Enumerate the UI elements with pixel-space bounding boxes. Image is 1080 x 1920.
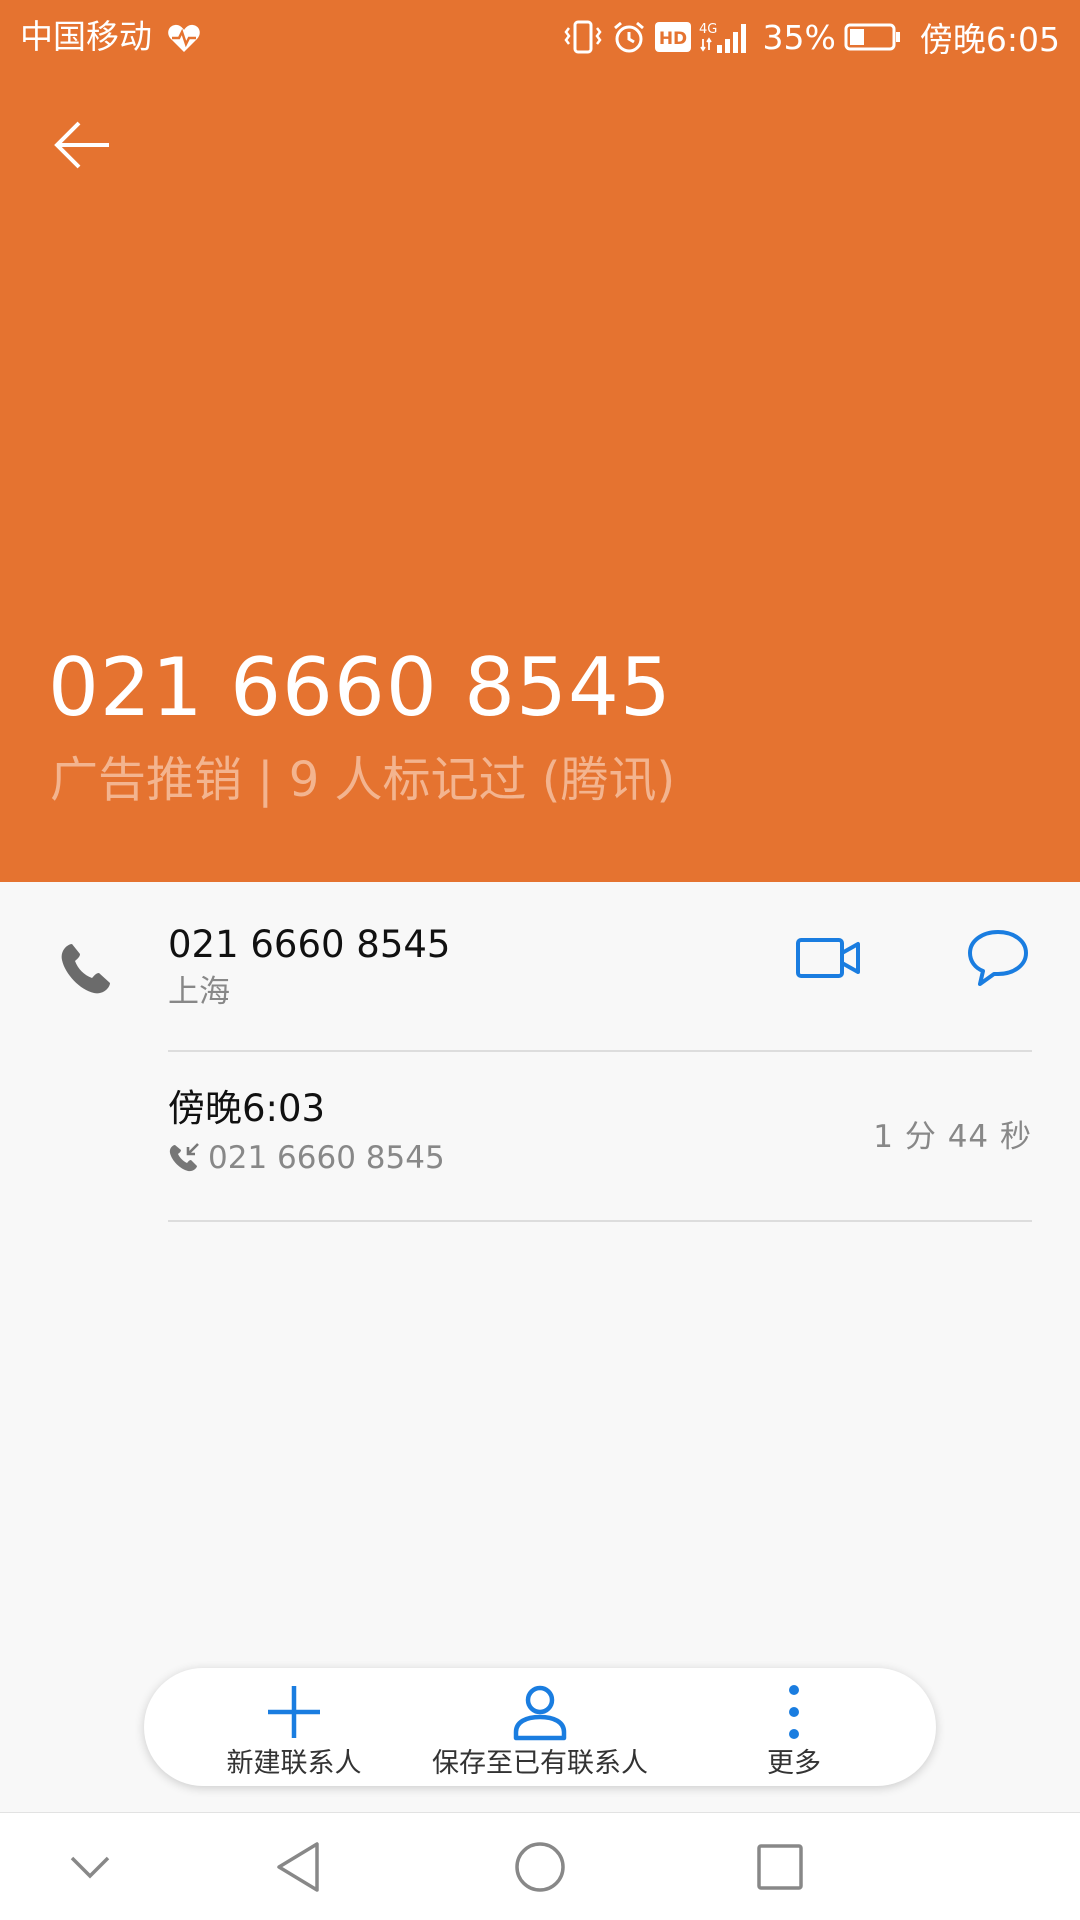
nav-hide-button[interactable] [54, 1831, 126, 1903]
spam-tag: 广告推销 | 9 人标记过 (腾讯) [50, 752, 676, 808]
square-recents-icon [757, 1844, 803, 1890]
bottom-action-bar: 新建联系人 保存至已有联系人 更多 [144, 1668, 936, 1786]
more-vertical-icon [789, 1685, 799, 1739]
navigation-bar [0, 1812, 1080, 1920]
triangle-back-icon [277, 1842, 319, 1892]
chevron-down-icon [70, 1856, 110, 1879]
contact-location: 上海 [168, 974, 230, 1010]
video-call-button[interactable] [790, 922, 866, 994]
network-label: 4G [699, 22, 717, 37]
more-label: 更多 [767, 1748, 821, 1779]
battery-percent: 35% [762, 17, 836, 57]
hd-label: HD [658, 29, 686, 49]
call-duration: 1 分 44 秒 [873, 1119, 1032, 1155]
hd-icon: HD [654, 22, 691, 52]
incoming-call-icon [169, 1143, 199, 1172]
header: 中国移动 HD 4G 35% 傍晚6:05 021 6660 8545 广告推销… [0, 0, 1080, 882]
back-button[interactable] [46, 108, 120, 182]
chat-bubble-icon [968, 930, 1028, 986]
contact-number: 021 6660 8545 [168, 923, 451, 966]
nav-back-button[interactable] [262, 1831, 334, 1903]
alarm-icon [613, 21, 644, 53]
battery-icon [844, 23, 900, 51]
message-button[interactable] [960, 920, 1036, 996]
status-bar: 中国移动 HD 4G 35% 傍晚6:05 [0, 0, 1080, 76]
phone-number-title: 021 6660 8545 [48, 641, 672, 734]
phone-icon [61, 944, 110, 994]
nav-home-button[interactable] [504, 1831, 576, 1903]
save-to-existing-button[interactable]: 保存至已有联系人 [412, 1668, 668, 1786]
contact-number-row[interactable]: 021 6660 8545 上海 [0, 882, 1080, 1052]
divider [168, 1220, 1032, 1222]
circle-home-icon [515, 1842, 565, 1892]
plus-icon [268, 1686, 320, 1738]
more-button[interactable]: 更多 [704, 1668, 884, 1786]
signal-4g-icon: 4G [699, 22, 746, 53]
heart-rate-icon [168, 24, 200, 52]
save-to-existing-label: 保存至已有联系人 [432, 1748, 648, 1779]
call-number: 021 6660 8545 [208, 1140, 445, 1176]
new-contact-button[interactable]: 新建联系人 [204, 1668, 384, 1786]
status-icons: HD 4G 35% 傍晚6:05 [563, 16, 1060, 59]
video-camera-icon [796, 938, 860, 978]
nav-recents-button[interactable] [744, 1831, 816, 1903]
call-subline: 021 6660 8545 [168, 1136, 445, 1180]
person-icon [513, 1685, 567, 1741]
clock: 傍晚6:05 [919, 20, 1060, 59]
new-contact-label: 新建联系人 [226, 1748, 362, 1779]
call-log-entry[interactable]: 傍晚6:03 021 6660 8545 1 分 44 秒 [0, 1052, 1080, 1222]
carrier-name: 中国移动 [20, 17, 152, 56]
call-time: 傍晚6:03 [168, 1087, 326, 1130]
vibrate-icon [563, 20, 602, 54]
arrow-left-icon [54, 121, 109, 169]
